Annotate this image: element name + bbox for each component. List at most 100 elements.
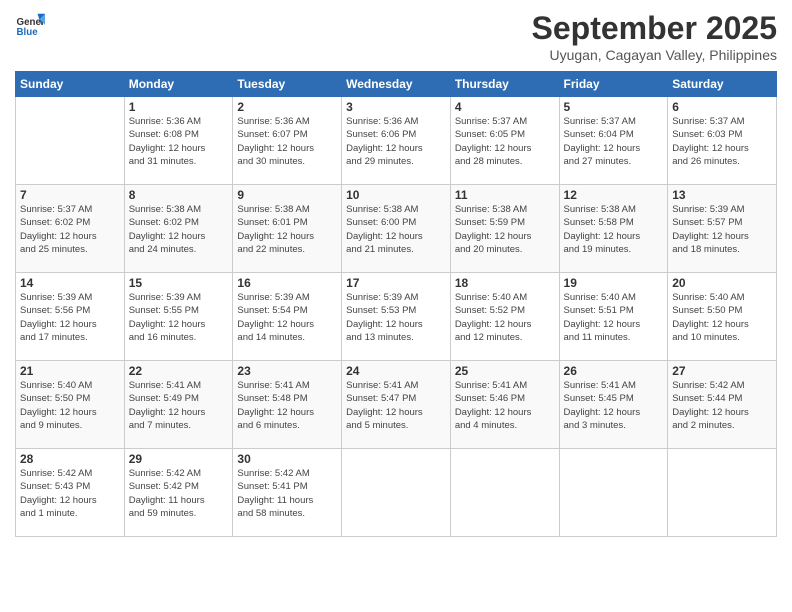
day-number: 3 — [346, 100, 446, 114]
day-number: 10 — [346, 188, 446, 202]
day-info: Sunrise: 5:38 AM Sunset: 6:00 PM Dayligh… — [346, 203, 446, 256]
calendar-cell — [559, 449, 668, 537]
day-number: 18 — [455, 276, 555, 290]
day-number: 6 — [672, 100, 772, 114]
calendar-cell — [16, 97, 125, 185]
calendar-cell: 9Sunrise: 5:38 AM Sunset: 6:01 PM Daylig… — [233, 185, 342, 273]
calendar-cell: 24Sunrise: 5:41 AM Sunset: 5:47 PM Dayli… — [342, 361, 451, 449]
day-number: 30 — [237, 452, 337, 466]
day-info: Sunrise: 5:38 AM Sunset: 5:58 PM Dayligh… — [564, 203, 664, 256]
day-info: Sunrise: 5:36 AM Sunset: 6:08 PM Dayligh… — [129, 115, 229, 168]
title-block: September 2025 Uyugan, Cagayan Valley, P… — [532, 10, 777, 63]
day-info: Sunrise: 5:37 AM Sunset: 6:04 PM Dayligh… — [564, 115, 664, 168]
day-info: Sunrise: 5:42 AM Sunset: 5:44 PM Dayligh… — [672, 379, 772, 432]
day-number: 13 — [672, 188, 772, 202]
calendar-cell — [450, 449, 559, 537]
day-info: Sunrise: 5:39 AM Sunset: 5:53 PM Dayligh… — [346, 291, 446, 344]
calendar-cell: 12Sunrise: 5:38 AM Sunset: 5:58 PM Dayli… — [559, 185, 668, 273]
day-number: 2 — [237, 100, 337, 114]
day-number: 22 — [129, 364, 229, 378]
day-info: Sunrise: 5:37 AM Sunset: 6:02 PM Dayligh… — [20, 203, 120, 256]
calendar-cell: 18Sunrise: 5:40 AM Sunset: 5:52 PM Dayli… — [450, 273, 559, 361]
header-thursday: Thursday — [450, 72, 559, 97]
header-saturday: Saturday — [668, 72, 777, 97]
day-number: 27 — [672, 364, 772, 378]
logo: General Blue — [15, 10, 45, 40]
calendar-cell: 21Sunrise: 5:40 AM Sunset: 5:50 PM Dayli… — [16, 361, 125, 449]
day-info: Sunrise: 5:40 AM Sunset: 5:52 PM Dayligh… — [455, 291, 555, 344]
calendar-cell: 16Sunrise: 5:39 AM Sunset: 5:54 PM Dayli… — [233, 273, 342, 361]
calendar-cell: 10Sunrise: 5:38 AM Sunset: 6:00 PM Dayli… — [342, 185, 451, 273]
day-info: Sunrise: 5:41 AM Sunset: 5:45 PM Dayligh… — [564, 379, 664, 432]
calendar-cell: 22Sunrise: 5:41 AM Sunset: 5:49 PM Dayli… — [124, 361, 233, 449]
day-number: 20 — [672, 276, 772, 290]
day-number: 1 — [129, 100, 229, 114]
day-info: Sunrise: 5:39 AM Sunset: 5:55 PM Dayligh… — [129, 291, 229, 344]
day-number: 26 — [564, 364, 664, 378]
day-info: Sunrise: 5:40 AM Sunset: 5:51 PM Dayligh… — [564, 291, 664, 344]
calendar-cell: 4Sunrise: 5:37 AM Sunset: 6:05 PM Daylig… — [450, 97, 559, 185]
day-info: Sunrise: 5:39 AM Sunset: 5:56 PM Dayligh… — [20, 291, 120, 344]
calendar-cell: 14Sunrise: 5:39 AM Sunset: 5:56 PM Dayli… — [16, 273, 125, 361]
calendar-cell: 15Sunrise: 5:39 AM Sunset: 5:55 PM Dayli… — [124, 273, 233, 361]
week-row-3: 14Sunrise: 5:39 AM Sunset: 5:56 PM Dayli… — [16, 273, 777, 361]
day-info: Sunrise: 5:40 AM Sunset: 5:50 PM Dayligh… — [20, 379, 120, 432]
day-info: Sunrise: 5:38 AM Sunset: 5:59 PM Dayligh… — [455, 203, 555, 256]
calendar-cell: 27Sunrise: 5:42 AM Sunset: 5:44 PM Dayli… — [668, 361, 777, 449]
day-number: 21 — [20, 364, 120, 378]
calendar-cell: 19Sunrise: 5:40 AM Sunset: 5:51 PM Dayli… — [559, 273, 668, 361]
week-row-4: 21Sunrise: 5:40 AM Sunset: 5:50 PM Dayli… — [16, 361, 777, 449]
day-info: Sunrise: 5:40 AM Sunset: 5:50 PM Dayligh… — [672, 291, 772, 344]
calendar-cell — [668, 449, 777, 537]
header-monday: Monday — [124, 72, 233, 97]
day-info: Sunrise: 5:42 AM Sunset: 5:41 PM Dayligh… — [237, 467, 337, 520]
logo-icon: General Blue — [15, 10, 45, 40]
calendar-cell: 29Sunrise: 5:42 AM Sunset: 5:42 PM Dayli… — [124, 449, 233, 537]
month-title: September 2025 — [532, 10, 777, 47]
day-info: Sunrise: 5:41 AM Sunset: 5:46 PM Dayligh… — [455, 379, 555, 432]
calendar-cell: 8Sunrise: 5:38 AM Sunset: 6:02 PM Daylig… — [124, 185, 233, 273]
calendar-cell: 11Sunrise: 5:38 AM Sunset: 5:59 PM Dayli… — [450, 185, 559, 273]
days-header-row: Sunday Monday Tuesday Wednesday Thursday… — [16, 72, 777, 97]
calendar-cell: 20Sunrise: 5:40 AM Sunset: 5:50 PM Dayli… — [668, 273, 777, 361]
week-row-2: 7Sunrise: 5:37 AM Sunset: 6:02 PM Daylig… — [16, 185, 777, 273]
day-info: Sunrise: 5:42 AM Sunset: 5:42 PM Dayligh… — [129, 467, 229, 520]
calendar-cell: 25Sunrise: 5:41 AM Sunset: 5:46 PM Dayli… — [450, 361, 559, 449]
day-number: 16 — [237, 276, 337, 290]
week-row-1: 1Sunrise: 5:36 AM Sunset: 6:08 PM Daylig… — [16, 97, 777, 185]
day-number: 19 — [564, 276, 664, 290]
day-info: Sunrise: 5:41 AM Sunset: 5:49 PM Dayligh… — [129, 379, 229, 432]
day-info: Sunrise: 5:37 AM Sunset: 6:05 PM Dayligh… — [455, 115, 555, 168]
day-info: Sunrise: 5:41 AM Sunset: 5:47 PM Dayligh… — [346, 379, 446, 432]
day-number: 9 — [237, 188, 337, 202]
day-number: 14 — [20, 276, 120, 290]
location: Uyugan, Cagayan Valley, Philippines — [532, 47, 777, 63]
calendar-cell: 5Sunrise: 5:37 AM Sunset: 6:04 PM Daylig… — [559, 97, 668, 185]
day-number: 11 — [455, 188, 555, 202]
day-number: 5 — [564, 100, 664, 114]
calendar-cell: 13Sunrise: 5:39 AM Sunset: 5:57 PM Dayli… — [668, 185, 777, 273]
day-number: 7 — [20, 188, 120, 202]
header-wednesday: Wednesday — [342, 72, 451, 97]
calendar-cell: 26Sunrise: 5:41 AM Sunset: 5:45 PM Dayli… — [559, 361, 668, 449]
day-number: 17 — [346, 276, 446, 290]
header-friday: Friday — [559, 72, 668, 97]
page-header: General Blue September 2025 Uyugan, Caga… — [15, 10, 777, 63]
day-info: Sunrise: 5:36 AM Sunset: 6:06 PM Dayligh… — [346, 115, 446, 168]
calendar-cell: 3Sunrise: 5:36 AM Sunset: 6:06 PM Daylig… — [342, 97, 451, 185]
day-number: 29 — [129, 452, 229, 466]
day-info: Sunrise: 5:38 AM Sunset: 6:01 PM Dayligh… — [237, 203, 337, 256]
day-info: Sunrise: 5:39 AM Sunset: 5:57 PM Dayligh… — [672, 203, 772, 256]
calendar-cell: 6Sunrise: 5:37 AM Sunset: 6:03 PM Daylig… — [668, 97, 777, 185]
calendar-cell: 28Sunrise: 5:42 AM Sunset: 5:43 PM Dayli… — [16, 449, 125, 537]
calendar-cell: 1Sunrise: 5:36 AM Sunset: 6:08 PM Daylig… — [124, 97, 233, 185]
svg-text:Blue: Blue — [17, 27, 39, 38]
day-number: 24 — [346, 364, 446, 378]
calendar-cell: 17Sunrise: 5:39 AM Sunset: 5:53 PM Dayli… — [342, 273, 451, 361]
calendar-cell: 23Sunrise: 5:41 AM Sunset: 5:48 PM Dayli… — [233, 361, 342, 449]
calendar-cell: 2Sunrise: 5:36 AM Sunset: 6:07 PM Daylig… — [233, 97, 342, 185]
day-number: 12 — [564, 188, 664, 202]
week-row-5: 28Sunrise: 5:42 AM Sunset: 5:43 PM Dayli… — [16, 449, 777, 537]
header-tuesday: Tuesday — [233, 72, 342, 97]
calendar-cell: 7Sunrise: 5:37 AM Sunset: 6:02 PM Daylig… — [16, 185, 125, 273]
